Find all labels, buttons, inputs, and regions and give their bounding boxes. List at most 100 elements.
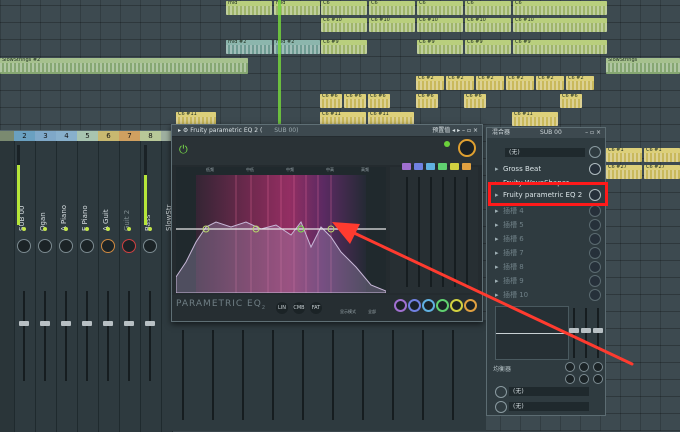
fx-slot[interactable]: ▸ 插槽 5 (495, 219, 601, 231)
fat-button[interactable]: FAT (310, 302, 322, 314)
volume-fader[interactable] (19, 291, 29, 381)
band-tag[interactable] (462, 163, 471, 170)
pan-knob[interactable] (59, 239, 73, 253)
band-tag[interactable] (438, 163, 447, 170)
mute-led[interactable] (127, 227, 131, 231)
band-knob[interactable] (450, 299, 463, 312)
minimize-icon[interactable]: – (462, 127, 465, 134)
mixer-strip[interactable]: 5 E Piano (77, 131, 99, 432)
band-knob[interactable] (394, 299, 407, 312)
panel-titlebar[interactable]: 混合器 SUB 00 – ▫ × (487, 128, 605, 138)
volume-fader[interactable] (40, 291, 50, 381)
pattern-clip[interactable]: mid #2 (226, 40, 272, 54)
pattern-clip[interactable]: C6 #1 (644, 148, 680, 162)
pattern-clip[interactable]: C6 #6 (416, 94, 438, 108)
pattern-clip[interactable]: C6 #6 (368, 94, 390, 108)
pattern-clip[interactable]: C6 #27 (644, 165, 680, 179)
pattern-clip[interactable]: C6 #9 (417, 40, 463, 54)
band-tag[interactable] (414, 163, 423, 170)
maximize-icon[interactable]: ▫ (467, 127, 471, 134)
close-icon[interactable]: × (473, 127, 478, 134)
channel-eq-graph[interactable] (495, 306, 569, 360)
pan-knob[interactable] (80, 239, 94, 253)
mute-led[interactable] (22, 227, 26, 231)
nav-next-icon[interactable]: ▸ (457, 127, 460, 134)
volume-fader[interactable] (82, 291, 92, 381)
pattern-clip[interactable]: C6 (465, 1, 511, 15)
mute-led[interactable] (148, 227, 152, 231)
fx-slot[interactable]: ▸ 插槽 4 (495, 205, 601, 217)
mute-led[interactable] (85, 227, 89, 231)
pattern-clip[interactable]: C6 #6 (464, 94, 486, 108)
nav-prev-icon[interactable]: ◂ (452, 127, 455, 134)
band-tag[interactable] (450, 163, 459, 170)
eq-gain-fader[interactable] (569, 308, 579, 358)
band-knob[interactable] (436, 299, 449, 312)
volume-fader[interactable] (61, 291, 71, 381)
eq-knob[interactable] (579, 374, 589, 384)
fx-slot[interactable]: ▸ 插槽 7 (495, 247, 601, 259)
fx-slot[interactable]: ▸ 插槽 6 (495, 233, 601, 245)
pattern-clip[interactable]: C6 #10 (513, 18, 607, 32)
output-select[interactable]: (无) (509, 402, 589, 411)
fx-slot[interactable]: ▸ 插槽 8 (495, 261, 601, 273)
volume-fader[interactable] (124, 291, 134, 381)
pan-knob[interactable] (143, 239, 157, 253)
lin-button[interactable]: LIN (276, 302, 288, 314)
eq-titlebar[interactable]: ▸ ⚙ Fruity parametric EQ 2 ( SUB 00) 预置值… (172, 125, 482, 136)
pattern-clip[interactable]: C6 #9 (321, 40, 367, 54)
eq-knob[interactable] (593, 374, 603, 384)
cmb-button[interactable]: CMB (293, 302, 305, 314)
input-select[interactable]: (无) (505, 148, 585, 157)
pattern-clip[interactable]: C6 (321, 1, 367, 15)
pattern-clip[interactable]: C6 #27 (606, 165, 642, 179)
pan-knob[interactable] (122, 239, 136, 253)
pattern-clip[interactable]: C6 #10 (369, 18, 415, 32)
pattern-clip[interactable]: C6 (369, 1, 415, 15)
mixer-strip[interactable]: 8 Bass (140, 131, 162, 432)
eq-knob[interactable] (579, 362, 589, 372)
mute-led[interactable] (106, 227, 110, 231)
pattern-clip[interactable]: C6 #11 (512, 112, 558, 126)
mixer-strip[interactable]: 4 A Piano (56, 131, 78, 432)
eq-knob[interactable] (565, 374, 575, 384)
output-select[interactable]: (无) (509, 387, 589, 396)
pattern-clip[interactable]: C6 #9 (513, 40, 607, 54)
eq-knob[interactable] (565, 362, 575, 372)
output-knob[interactable] (495, 386, 507, 398)
pattern-clip[interactable]: C6 #2 (506, 76, 534, 90)
pattern-clip[interactable]: C6 #2 (566, 76, 594, 90)
mute-led[interactable] (64, 227, 68, 231)
band-tag[interactable] (426, 163, 435, 170)
audio-clip[interactable]: SlowStrings (606, 58, 680, 74)
main-level-knob[interactable] (458, 139, 476, 157)
mixer-strip[interactable]: 2 SUB 00 (14, 131, 36, 432)
audio-clip[interactable]: SlowStrings #2 (0, 58, 248, 74)
pattern-clip[interactable]: C6 #2 (446, 76, 474, 90)
parametric-eq-window[interactable]: ▸ ⚙ Fruity parametric EQ 2 ( SUB 00) 预置值… (171, 124, 483, 322)
volume-fader[interactable] (103, 291, 113, 381)
pattern-clip[interactable]: C6 #6 (320, 94, 342, 108)
pattern-clip[interactable]: C6 #2 (536, 76, 564, 90)
eq-frequency-graph[interactable]: 低频 中低 中频 中高 高频 (176, 167, 386, 293)
mute-led[interactable] (43, 227, 47, 231)
mixer-channel-panel[interactable]: 混合器 SUB 00 – ▫ × (无) ▸ Gross Beat ▸ Fruity… (486, 127, 606, 416)
pattern-clip[interactable]: C6 #10 (321, 18, 367, 32)
pattern-clip[interactable]: C6 #1 (606, 148, 642, 162)
band-knob[interactable] (464, 299, 477, 312)
close-icon[interactable]: – ▫ × (585, 128, 601, 138)
pattern-clip[interactable]: C6 (513, 1, 607, 15)
band-knob[interactable] (408, 299, 421, 312)
eq-gain-fader[interactable] (581, 308, 591, 358)
plug-icon[interactable]: ⏻ (179, 144, 191, 156)
mixer-strip-master[interactable] (0, 131, 15, 432)
mixer-strip[interactable]: 3 Ogan (35, 131, 57, 432)
fx-slot[interactable]: ▸ Gross Beat (495, 163, 601, 175)
pattern-clip[interactable]: C6 #6 (344, 94, 366, 108)
pan-knob[interactable] (101, 239, 115, 253)
pattern-clip[interactable]: mid (226, 1, 272, 15)
pattern-clip[interactable]: C6 #9 (465, 40, 511, 54)
fx-slot[interactable]: ▸ 插槽 10 (495, 289, 601, 301)
pattern-clip[interactable]: C6 #10 (465, 18, 511, 32)
output-knob[interactable] (495, 401, 507, 413)
